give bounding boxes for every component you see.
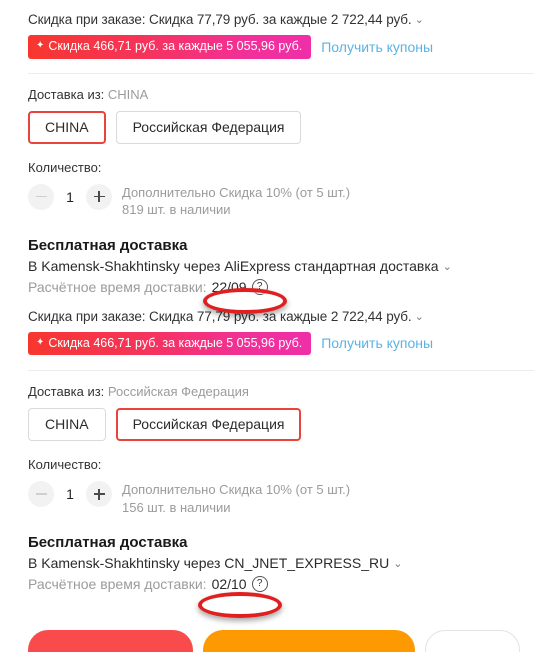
help-icon-2[interactable]: ? [251, 576, 268, 593]
sparkle-icon: ✦ [36, 40, 45, 52]
eta-line-2: Расчётное время доставки: 02/10 ? [28, 576, 516, 593]
country-options-2: CHINA Российская Федерация [28, 408, 516, 442]
eta-line-1: Расчётное время доставки: 22/09 ? [28, 278, 516, 295]
coupon-badge-label: Скидка 466,71 руб. за каждые 5 055,96 ру… [48, 335, 303, 350]
chevron-down-icon[interactable]: ⌄ [415, 310, 424, 323]
help-icon-1[interactable]: ? [251, 278, 268, 295]
quantity-stepper-1: 1 [28, 182, 112, 210]
quantity-value-1[interactable]: 1 [56, 189, 84, 205]
quantity-row-2: 1 Дополнительно Скидка 10% (от 5 шт.) 15… [28, 479, 516, 516]
quantity-decrement-button-2[interactable] [28, 481, 54, 508]
minus-icon [35, 195, 47, 198]
offer-block-1-promo-repeat: Скидка при заказе: Скидка 77,79 руб. за … [0, 295, 534, 356]
eta-date-1: 22/09 [211, 278, 247, 295]
coupon-badge-label: Скидка 466,71 руб. за каждые 5 055,96 ру… [48, 39, 303, 53]
ship-from-label-1: Доставка из: CHINA [28, 87, 516, 102]
order-discount-row-1b[interactable]: Скидка при заказе: Скидка 77,79 руб. за … [28, 309, 516, 324]
chevron-down-icon[interactable]: ⌄ [393, 557, 402, 570]
carrier-line-1[interactable]: В Kamensk-Shakhtinsky через AliExpress с… [28, 258, 516, 274]
order-discount-row-1[interactable]: Скидка при заказе: Скидка 77,79 руб. за … [28, 12, 516, 27]
carrier-text-2: В Kamensk-Shakhtinsky через CN_JNET_EXPR… [28, 555, 390, 572]
stock-text-2: 156 шт. в наличии [122, 499, 231, 515]
coupon-line-1: ✦ Скидка 466,71 руб. за каждые 5 055,96 … [28, 35, 516, 59]
quantity-info-1: Дополнительно Скидка 10% (от 5 шт.) 819 … [122, 182, 350, 219]
order-discount-text: Скидка при заказе: Скидка 77,79 руб. за … [28, 12, 412, 27]
country-options-1: CHINA Российская Федерация [28, 110, 516, 144]
quantity-increment-button-1[interactable] [86, 183, 112, 210]
coupon-badge-2[interactable]: ✦ Скидка 466,71 руб. за каждые 5 055,96 … [28, 331, 312, 356]
minus-icon [35, 493, 47, 495]
ship-from-block-2: Доставка из: Российская Федерация CHINA … [0, 371, 534, 593]
quantity-row-1: 1 Дополнительно Скидка 10% (от 5 шт.) 81… [28, 182, 516, 219]
plus-icon-vertical [98, 191, 100, 202]
eta-date-2: 02/10 [211, 576, 247, 593]
plus-icon-vertical [98, 488, 100, 500]
quantity-increment-button-2[interactable] [86, 481, 112, 508]
ship-from-value: CHINA [107, 86, 149, 102]
quantity-info-2: Дополнительно Скидка 10% (от 5 шт.) 156 … [122, 479, 350, 516]
add-to-wishlist-button[interactable] [425, 630, 520, 652]
quantity-value-2[interactable]: 1 [56, 486, 84, 502]
ship-from-caption: Доставка из: [28, 86, 105, 102]
get-coupons-link-2[interactable]: Получить купоны [321, 335, 433, 351]
sparkle-icon: ✦ [36, 336, 45, 348]
eta-label-2: Расчётное время доставки: [28, 576, 207, 593]
product-shipping-panel: Скидка при заказе: Скидка 77,79 руб. за … [0, 0, 534, 652]
quantity-label-1: Количество: [28, 159, 102, 175]
buy-now-button[interactable] [28, 630, 193, 652]
chevron-down-icon[interactable]: ⌄ [415, 13, 424, 26]
get-coupons-link-1[interactable]: Получить купоны [321, 39, 433, 55]
ship-from-value: Российская Федерация [107, 384, 249, 400]
country-option-russia-1[interactable]: Российская Федерация [115, 110, 302, 144]
order-discount-text: Скидка при заказе: Скидка 77,79 руб. за … [28, 308, 412, 324]
ship-from-caption: Доставка из: [28, 384, 105, 400]
ship-from-block-1: Доставка из: CHINA CHINA Российская Феде… [0, 74, 534, 295]
ship-from-label-2: Доставка из: Российская Федерация [28, 384, 516, 399]
carrier-text-1: В Kamensk-Shakhtinsky через AliExpress с… [28, 257, 439, 274]
country-option-china-2[interactable]: CHINA [28, 408, 106, 442]
coupon-line-2: ✦ Скидка 466,71 руб. за каждые 5 055,96 … [28, 331, 516, 356]
bulk-discount-text-1: Дополнительно Скидка 10% (от 5 шт.) [122, 184, 351, 200]
add-to-cart-button[interactable] [203, 630, 415, 652]
stock-text-1: 819 шт. в наличии [122, 202, 231, 218]
eta-label-1: Расчётное время доставки: [28, 278, 207, 295]
quantity-decrement-button-1[interactable] [28, 183, 54, 210]
coupon-badge-1[interactable]: ✦ Скидка 466,71 руб. за каждые 5 055,96 … [28, 35, 312, 59]
free-shipping-title-2: Бесплатная доставка [28, 534, 188, 552]
country-option-china-1[interactable]: CHINA [28, 110, 106, 144]
offer-block-1: Скидка при заказе: Скидка 77,79 руб. за … [0, 0, 534, 59]
bulk-discount-text-2: Дополнительно Скидка 10% (от 5 шт.) [122, 482, 351, 498]
quantity-stepper-2: 1 [28, 479, 112, 508]
quantity-label-2: Количество: [28, 457, 102, 473]
chevron-down-icon[interactable]: ⌄ [443, 260, 452, 273]
country-option-russia-2[interactable]: Российская Федерация [115, 408, 302, 442]
free-shipping-title-1: Бесплатная доставка [28, 236, 188, 254]
carrier-line-2[interactable]: В Kamensk-Shakhtinsky через CN_JNET_EXPR… [28, 555, 516, 571]
bottom-action-bar [0, 630, 534, 652]
annotation-oval-eta-2 [198, 592, 282, 618]
